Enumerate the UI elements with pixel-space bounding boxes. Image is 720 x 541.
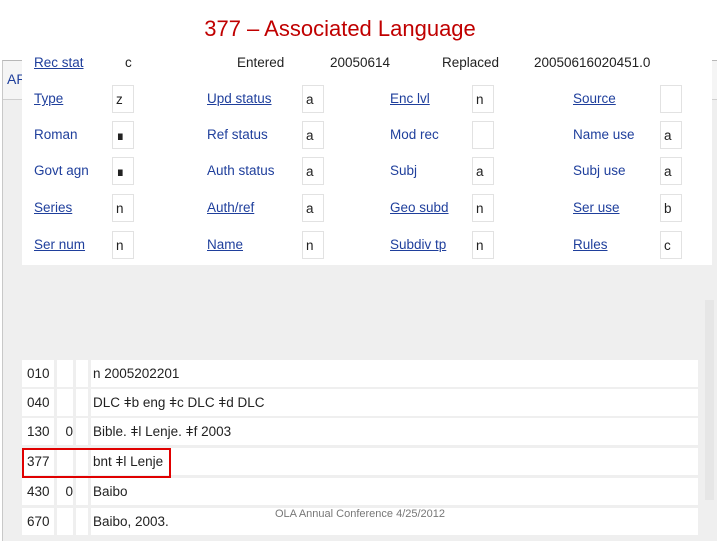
tag-cell[interactable]: 040: [22, 389, 54, 416]
fixed-field-row: Ser num n Name n Subdiv tp n Rules c: [22, 231, 712, 261]
govt-agn-value[interactable]: ∎: [112, 157, 134, 185]
series-value[interactable]: n: [112, 194, 134, 222]
ref-status-label: Ref status: [207, 127, 268, 142]
fixed-field-row: Series n Auth/ref a Geo subd n Ser use b: [22, 194, 712, 224]
subdiv-tp-link[interactable]: Subdiv tp: [390, 231, 446, 259]
subj-value[interactable]: a: [472, 157, 494, 185]
indicator2-cell[interactable]: [76, 418, 88, 445]
name-use-value[interactable]: a: [660, 121, 682, 149]
fixed-fields-area: Rec stat c Entered 20050614 Replaced 200…: [22, 45, 712, 265]
variable-field-row-040: 040 DLC ǂb eng ǂc DLC ǂd DLC: [22, 389, 698, 418]
rec-stat-link[interactable]: Rec stat: [34, 49, 84, 77]
rules-link[interactable]: Rules: [573, 231, 608, 259]
tag-cell[interactable]: 130: [22, 418, 54, 445]
entered-value: 20050614: [330, 55, 391, 70]
enc-lvl-link[interactable]: Enc lvl: [390, 85, 430, 113]
ref-status-value[interactable]: a: [302, 121, 324, 149]
replaced-value: 20050616020451.0: [534, 55, 651, 70]
field-content[interactable]: n 2005202201: [91, 360, 698, 387]
fixed-field-row: Type z Upd status a Enc lvl n Source: [22, 85, 712, 115]
source-link[interactable]: Source: [573, 85, 616, 113]
indicator1-cell[interactable]: 0: [57, 478, 73, 505]
entered-label: Entered: [237, 55, 285, 70]
indicator2-cell[interactable]: [76, 389, 88, 416]
mod-rec-label: Mod rec: [390, 127, 439, 142]
field-content[interactable]: bnt ǂl Lenje: [91, 448, 698, 475]
enc-lvl-value[interactable]: n: [472, 85, 494, 113]
ser-num-value[interactable]: n: [112, 231, 134, 259]
geo-subd-value[interactable]: n: [472, 194, 494, 222]
roman-label: Roman: [34, 127, 78, 142]
fixed-field-header-row: Rec stat c Entered 20050614 Replaced 200…: [22, 49, 712, 79]
auth-ref-link[interactable]: Auth/ref: [207, 194, 254, 222]
fixed-field-row: Roman ∎ Ref status a Mod rec Name use a: [22, 121, 712, 151]
series-link[interactable]: Series: [34, 194, 72, 222]
mod-rec-value[interactable]: [472, 121, 494, 149]
roman-value[interactable]: ∎: [112, 121, 134, 149]
rec-stat-value[interactable]: c: [122, 49, 144, 77]
field-content[interactable]: Bible. ǂl Lenje. ǂf 2003: [91, 418, 698, 445]
govt-agn-label: Govt agn: [34, 163, 89, 178]
scrollbar[interactable]: [705, 300, 714, 500]
slide-title: 377 – Associated Language: [204, 16, 476, 41]
variable-field-row-010: 010 n 2005202201: [22, 360, 698, 389]
geo-subd-link[interactable]: Geo subd: [390, 194, 449, 222]
name-use-label: Name use: [573, 127, 635, 142]
auth-status-value[interactable]: a: [302, 157, 324, 185]
highlight-box-377: [22, 448, 171, 478]
tag-cell[interactable]: 430: [22, 478, 54, 505]
replaced-label: Replaced: [442, 55, 500, 70]
variable-field-row-430: 430 0 Baibo: [22, 478, 698, 507]
auth-status-label: Auth status: [207, 163, 275, 178]
tag-cell[interactable]: 010: [22, 360, 54, 387]
fixed-field-row: Govt agn ∎ Auth status a Subj a Subj use…: [22, 157, 712, 187]
variable-field-row-130: 130 0 Bible. ǂl Lenje. ǂf 2003: [22, 418, 698, 447]
upd-status-link[interactable]: Upd status: [207, 85, 272, 113]
field-content[interactable]: DLC ǂb eng ǂc DLC ǂd DLC: [91, 389, 698, 416]
indicator2-cell[interactable]: [76, 360, 88, 387]
ser-use-link[interactable]: Ser use: [573, 194, 620, 222]
indicator1-cell[interactable]: [57, 360, 73, 387]
subj-use-label: Subj use: [573, 163, 626, 178]
ser-use-value[interactable]: b: [660, 194, 682, 222]
source-value[interactable]: [660, 85, 682, 113]
name-link[interactable]: Name: [207, 231, 243, 259]
subj-use-value[interactable]: a: [660, 157, 682, 185]
field-content[interactable]: Baibo: [91, 478, 698, 505]
upd-status-value[interactable]: a: [302, 85, 324, 113]
auth-ref-value[interactable]: a: [302, 194, 324, 222]
footer-text: OLA Annual Conference 4/25/2012: [274, 508, 446, 520]
subdiv-tp-value[interactable]: n: [472, 231, 494, 259]
type-link[interactable]: Type: [34, 85, 63, 113]
rules-value[interactable]: c: [660, 231, 682, 259]
subj-label: Subj: [390, 163, 418, 178]
ser-num-link[interactable]: Ser num: [34, 231, 85, 259]
indicator1-cell[interactable]: 0: [57, 418, 73, 445]
type-value[interactable]: z: [112, 85, 134, 113]
indicator2-cell[interactable]: [76, 478, 88, 505]
name-value[interactable]: n: [302, 231, 324, 259]
indicator1-cell[interactable]: [57, 389, 73, 416]
